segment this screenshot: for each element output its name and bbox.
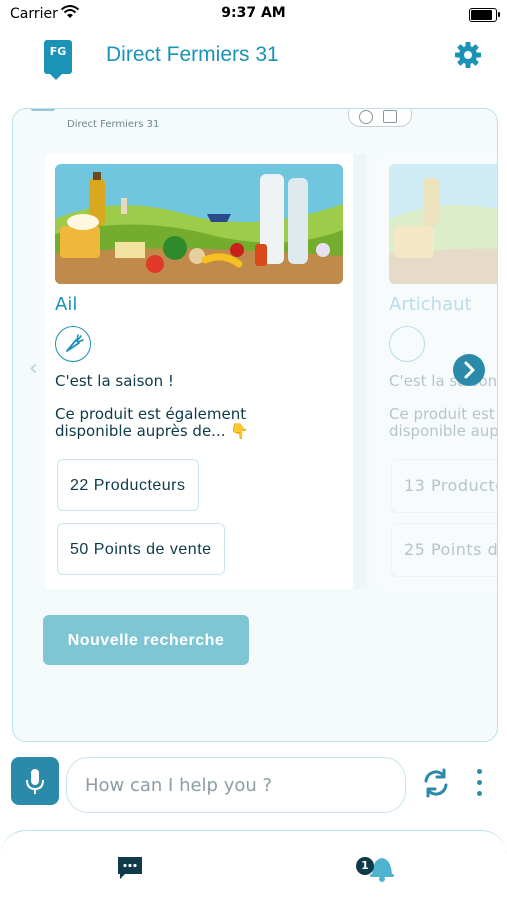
carousel-next-icon[interactable] xyxy=(453,354,485,386)
points-of-sale-button[interactable]: 25 Points de vente xyxy=(391,523,497,577)
refresh-icon[interactable] xyxy=(418,765,454,801)
carrot-icon xyxy=(55,326,91,362)
new-search-button[interactable]: Nouvelle recherche xyxy=(43,615,249,665)
product-name: Ail xyxy=(55,294,78,315)
product-name: Artichaut xyxy=(389,294,472,315)
app-logo: FG xyxy=(44,40,72,80)
carousel-prev-icon[interactable]: ‹ xyxy=(29,356,47,384)
availability-text: Ce produit est également disponible aupr… xyxy=(389,405,498,440)
microphone-button[interactable] xyxy=(11,757,59,805)
notification-badge: 1 xyxy=(356,857,374,875)
chat-panel: Direct Fermiers 31 Ail C'est la saison !… xyxy=(12,108,498,742)
message-input[interactable] xyxy=(66,757,406,813)
gear-icon[interactable] xyxy=(453,40,483,70)
product-card: Ail C'est la saison ! Ce produit est éga… xyxy=(45,154,353,589)
app-header: FG Direct Fermiers 31 xyxy=(0,30,507,90)
more-options-icon[interactable] xyxy=(472,765,486,801)
carrot-icon xyxy=(389,326,425,362)
notifications-tab[interactable]: 1 xyxy=(356,851,396,883)
card-divider xyxy=(353,154,367,589)
status-bar: Carrier 9:37 AM xyxy=(0,0,507,30)
app-title: Direct Fermiers 31 xyxy=(106,43,279,66)
availability-text: Ce produit est également disponible aupr… xyxy=(55,405,249,440)
microphone-icon xyxy=(26,769,44,794)
scroll-indicator xyxy=(31,109,55,111)
bottom-nav: 1 xyxy=(0,830,507,901)
message-actions[interactable] xyxy=(348,109,412,127)
battery-icon xyxy=(469,8,500,22)
clock: 9:37 AM xyxy=(221,5,286,21)
product-image xyxy=(55,164,343,284)
copy-icon[interactable] xyxy=(383,110,397,123)
message-sender: Direct Fermiers 31 xyxy=(67,119,160,130)
producers-button[interactable]: 22 Producteurs xyxy=(57,459,199,511)
producers-button[interactable]: 13 Producteurs xyxy=(391,459,497,513)
chat-bubble-icon[interactable] xyxy=(116,855,144,881)
product-image xyxy=(389,164,497,284)
points-of-sale-button[interactable]: 50 Points de vente xyxy=(57,523,225,575)
season-text: C'est la saison ! xyxy=(55,372,174,390)
reaction-icon[interactable] xyxy=(359,110,373,124)
